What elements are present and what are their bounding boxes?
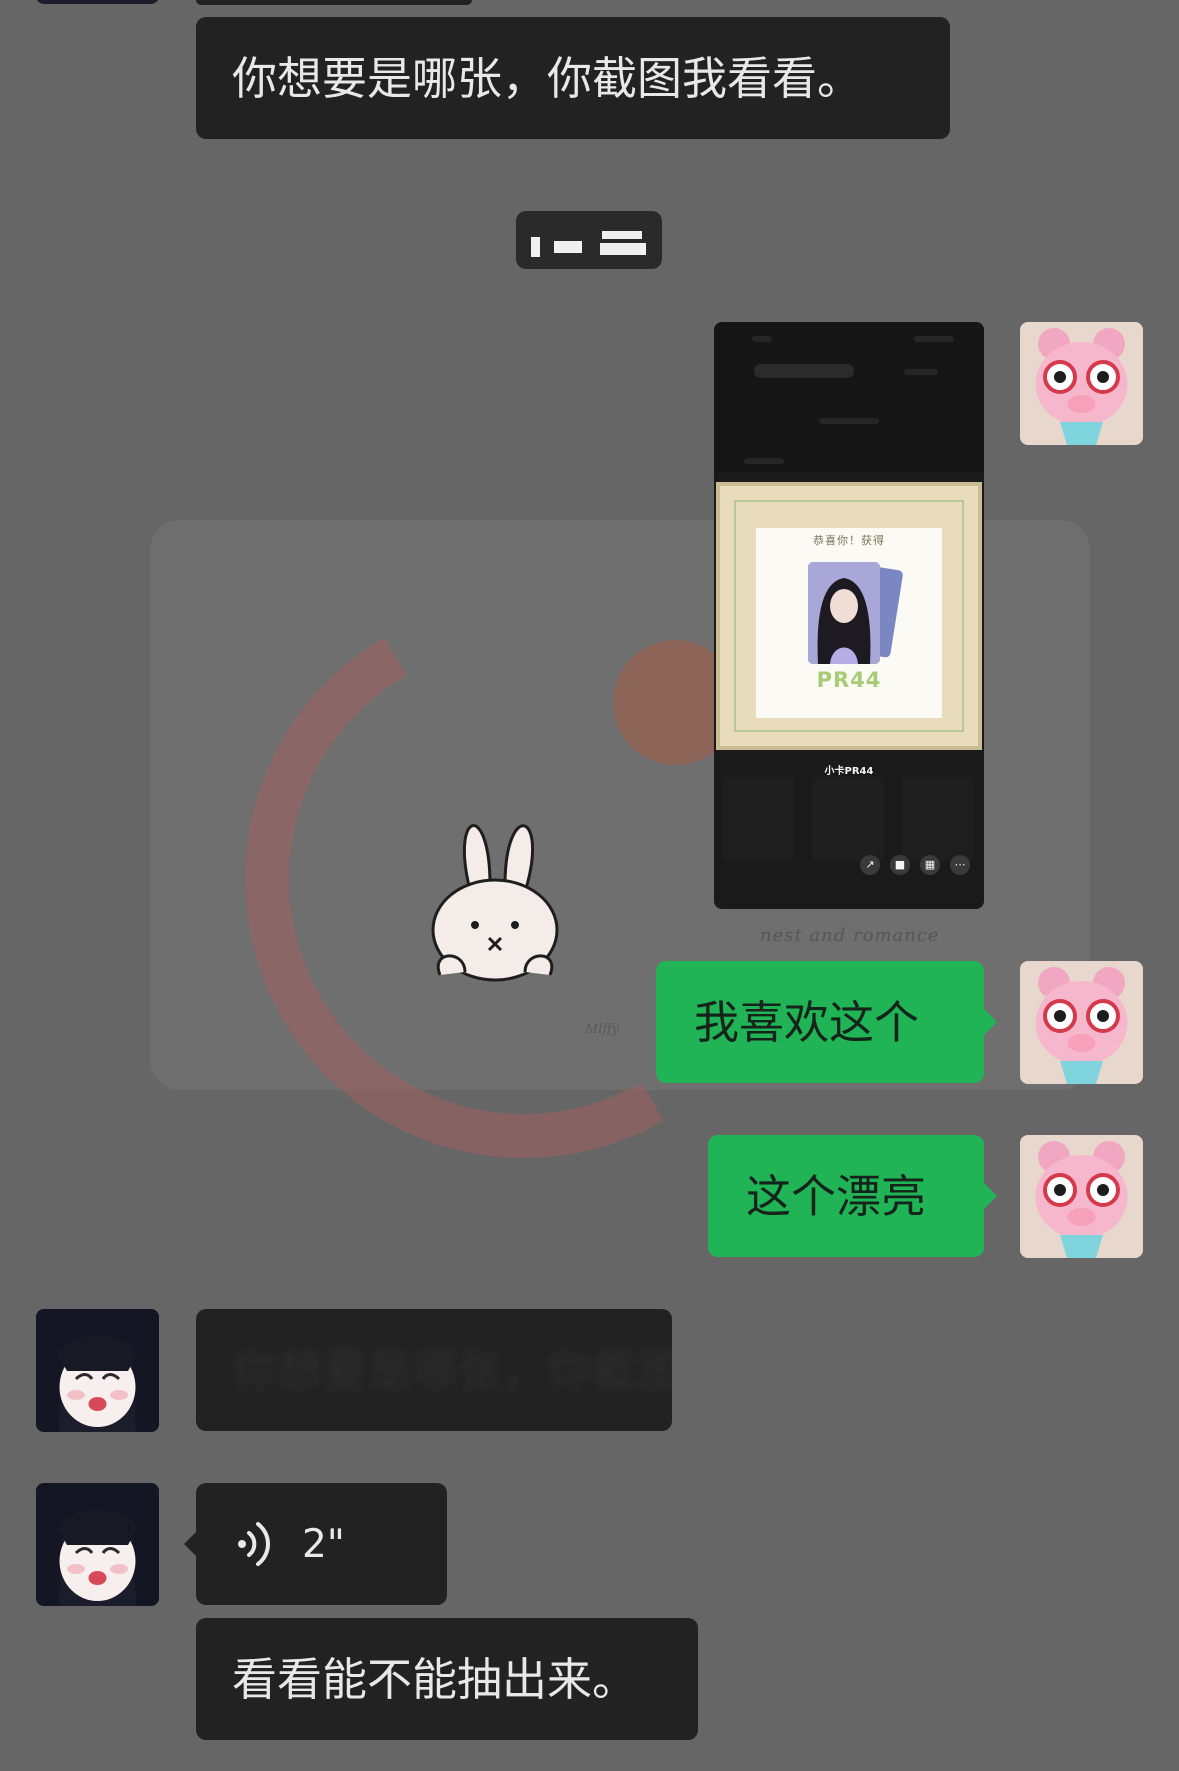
card-reward-panel: 恭喜你！获得 nue PR44 <box>756 528 942 718</box>
card-thumbnail <box>812 777 884 861</box>
congrats-text: 恭喜你！获得 <box>813 534 885 547</box>
my-avatar[interactable] <box>1020 1135 1143 1258</box>
voice-wave-icon <box>238 1522 270 1566</box>
card-thumbnail <box>722 777 794 861</box>
incoming-message-bubble[interactable]: 你想要是哪张，你截图我看看。 <box>196 17 950 139</box>
card-caption: 小卡PR44 <box>824 766 874 777</box>
share-icon[interactable]: ↗ <box>860 855 880 875</box>
outgoing-message-bubble[interactable]: 我喜欢这个 <box>656 961 997 1083</box>
system-message-redacted <box>516 211 662 269</box>
shared-image-message[interactable]: 恭喜你！获得 nue PR44 小卡PR44 ↗ ■ ▦ ⋯ <box>714 322 984 909</box>
message-text: 这个漂亮 <box>746 1169 927 1223</box>
more-icon[interactable]: ⋯ <box>950 855 970 875</box>
message-text: 我喜欢这个 <box>694 995 920 1049</box>
wallpaper-caption: nest and romance <box>760 925 940 946</box>
message-text-blurred: 你想要是哪张，你截图我看看。 <box>232 1343 672 1397</box>
contact-avatar-cutoff[interactable] <box>36 0 159 4</box>
grid-icon[interactable]: ▦ <box>920 855 940 875</box>
wallpaper-signature: Miffy <box>585 1022 620 1037</box>
my-avatar[interactable] <box>1020 961 1143 1084</box>
message-text: 看看能不能抽出来。 <box>232 1652 638 1706</box>
previous-message-bubble[interactable] <box>196 0 472 5</box>
outgoing-message-bubble[interactable]: 这个漂亮 <box>708 1135 997 1257</box>
wallpaper-bunny <box>431 824 559 982</box>
incoming-message-bubble[interactable]: 你想要是哪张，你截图我看看。 <box>196 1309 672 1431</box>
contact-avatar[interactable] <box>36 1483 159 1606</box>
screenshot-header <box>714 322 984 472</box>
contact-avatar[interactable] <box>36 1309 159 1432</box>
card-reward-frame: 恭喜你！获得 nue PR44 <box>716 482 982 750</box>
incoming-message-bubble[interactable]: 看看能不能抽出来。 <box>196 1618 698 1740</box>
card-code: PR44 <box>816 668 882 692</box>
card-thumbnail <box>902 777 974 861</box>
photocard-portrait <box>808 562 880 664</box>
voice-duration: 2" <box>302 1521 345 1567</box>
my-avatar[interactable] <box>1020 322 1143 445</box>
voice-message-bubble[interactable]: 2" <box>184 1483 447 1605</box>
message-text: 你想要是哪张，你截图我看看。 <box>232 51 863 105</box>
lock-icon[interactable]: ■ <box>890 855 910 875</box>
